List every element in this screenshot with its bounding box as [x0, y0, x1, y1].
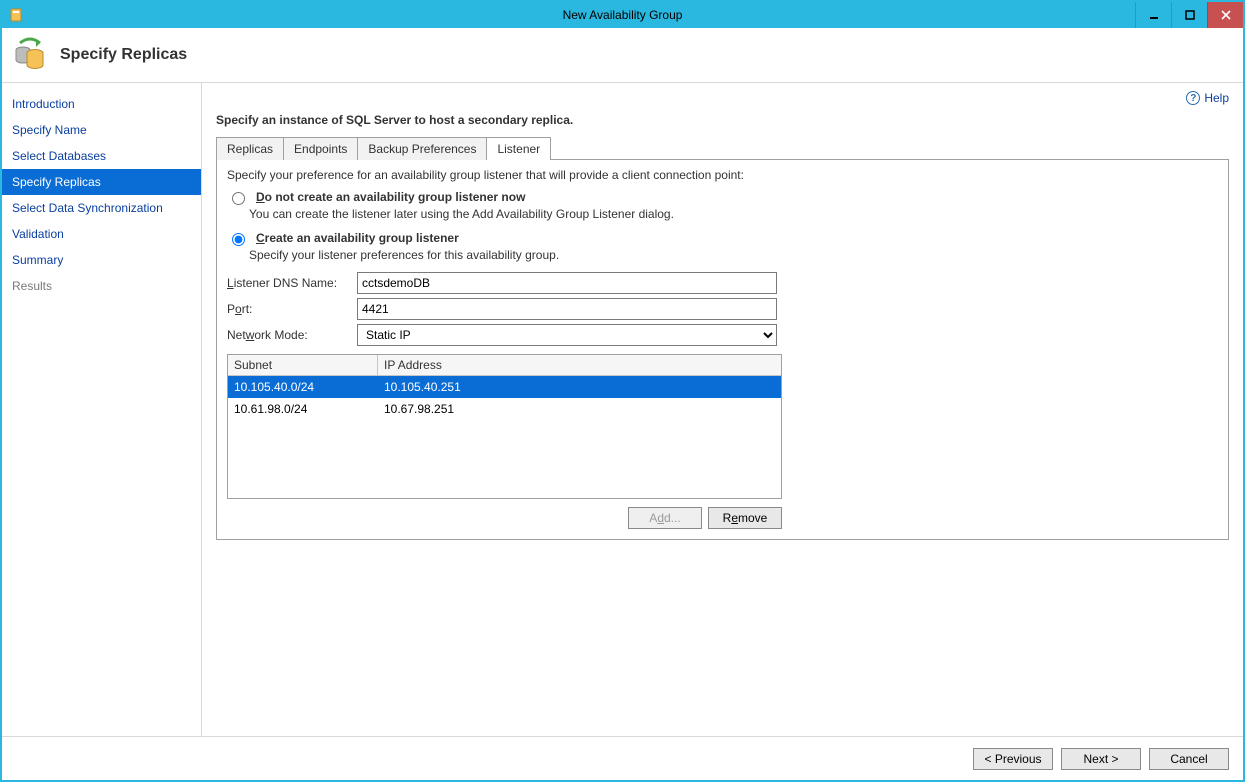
cell-subnet: 10.105.40.0/24 [228, 378, 378, 396]
wizard-header: Specify Replicas [2, 28, 1243, 83]
main-panel: ? Help Specify an instance of SQL Server… [202, 83, 1243, 736]
add-ip-button: Add... [628, 507, 702, 529]
window-title: New Availability Group [2, 8, 1243, 22]
help-link[interactable]: ? Help [1186, 91, 1229, 105]
grid-buttons: Add... Remove [227, 507, 782, 529]
dns-label: Listener DNS Name: [227, 276, 357, 290]
ip-grid: Subnet IP Address 10.105.40.0/24 10.105.… [227, 354, 782, 499]
radio-create-listener-row: Create an availability group listener [227, 231, 1218, 246]
close-button[interactable] [1207, 2, 1243, 28]
radio-no-listener-sub: You can create the listener later using … [249, 207, 1218, 221]
dns-row: Listener DNS Name: [227, 272, 1218, 294]
remove-ip-button[interactable]: Remove [708, 507, 782, 529]
titlebar: New Availability Group [2, 2, 1243, 28]
instruction-text: Specify an instance of SQL Server to hos… [216, 113, 1229, 127]
wizard-window: New Availability Group Specify Replicas … [0, 0, 1245, 782]
col-ipaddress[interactable]: IP Address [378, 355, 781, 375]
port-label: Port: [227, 302, 357, 316]
tab-listener[interactable]: Listener [486, 137, 551, 160]
database-icon [12, 37, 48, 73]
nav-summary[interactable]: Summary [2, 247, 201, 273]
tab-strip: Replicas Endpoints Backup Preferences Li… [216, 137, 1229, 160]
wizard-footer: < Previous Next > Cancel [2, 736, 1243, 780]
nav-specify-replicas[interactable]: Specify Replicas [2, 169, 201, 195]
mode-label: Network Mode: [227, 328, 357, 342]
tab-endpoints[interactable]: Endpoints [283, 137, 358, 160]
cell-subnet: 10.61.98.0/24 [228, 400, 378, 418]
radio-create-listener-label: Create an availability group listener [256, 231, 459, 245]
grid-row[interactable]: 10.105.40.0/24 10.105.40.251 [228, 376, 781, 398]
page-title: Specify Replicas [60, 46, 187, 64]
cell-ip: 10.67.98.251 [378, 400, 781, 418]
help-icon: ? [1186, 91, 1200, 105]
radio-no-listener[interactable] [232, 192, 245, 205]
nav-select-data-sync[interactable]: Select Data Synchronization [2, 195, 201, 221]
sidebar: Introduction Specify Name Select Databas… [2, 83, 202, 736]
wizard-body: Introduction Specify Name Select Databas… [2, 83, 1243, 736]
ip-grid-header: Subnet IP Address [228, 355, 781, 376]
radio-no-listener-label: Do not create an availability group list… [256, 190, 525, 204]
nav-select-databases[interactable]: Select Databases [2, 143, 201, 169]
mode-row: Network Mode: Static IP [227, 324, 1218, 346]
listener-description: Specify your preference for an availabil… [227, 168, 1218, 182]
app-icon [8, 7, 24, 23]
cancel-button[interactable]: Cancel [1149, 748, 1229, 770]
help-label: Help [1204, 91, 1229, 105]
minimize-button[interactable] [1135, 2, 1171, 28]
radio-no-listener-row: Do not create an availability group list… [227, 190, 1218, 205]
radio-create-listener-sub: Specify your listener preferences for th… [249, 248, 1218, 262]
dns-input[interactable] [357, 272, 777, 294]
port-row: Port: [227, 298, 1218, 320]
nav-validation[interactable]: Validation [2, 221, 201, 247]
next-button[interactable]: Next > [1061, 748, 1141, 770]
tab-replicas[interactable]: Replicas [216, 137, 284, 160]
port-input[interactable] [357, 298, 777, 320]
nav-specify-name[interactable]: Specify Name [2, 117, 201, 143]
listener-tabpanel: Specify your preference for an availabil… [216, 159, 1229, 540]
nav-introduction[interactable]: Introduction [2, 91, 201, 117]
mode-select[interactable]: Static IP [357, 324, 777, 346]
ip-grid-body: 10.105.40.0/24 10.105.40.251 10.61.98.0/… [228, 376, 781, 498]
col-subnet[interactable]: Subnet [228, 355, 378, 375]
grid-row[interactable]: 10.61.98.0/24 10.67.98.251 [228, 398, 781, 420]
maximize-button[interactable] [1171, 2, 1207, 28]
cell-ip: 10.105.40.251 [378, 378, 781, 396]
radio-create-listener[interactable] [232, 233, 245, 246]
tab-backup-preferences[interactable]: Backup Preferences [357, 137, 487, 160]
previous-button[interactable]: < Previous [973, 748, 1053, 770]
window-buttons [1135, 2, 1243, 28]
nav-results: Results [2, 273, 201, 299]
